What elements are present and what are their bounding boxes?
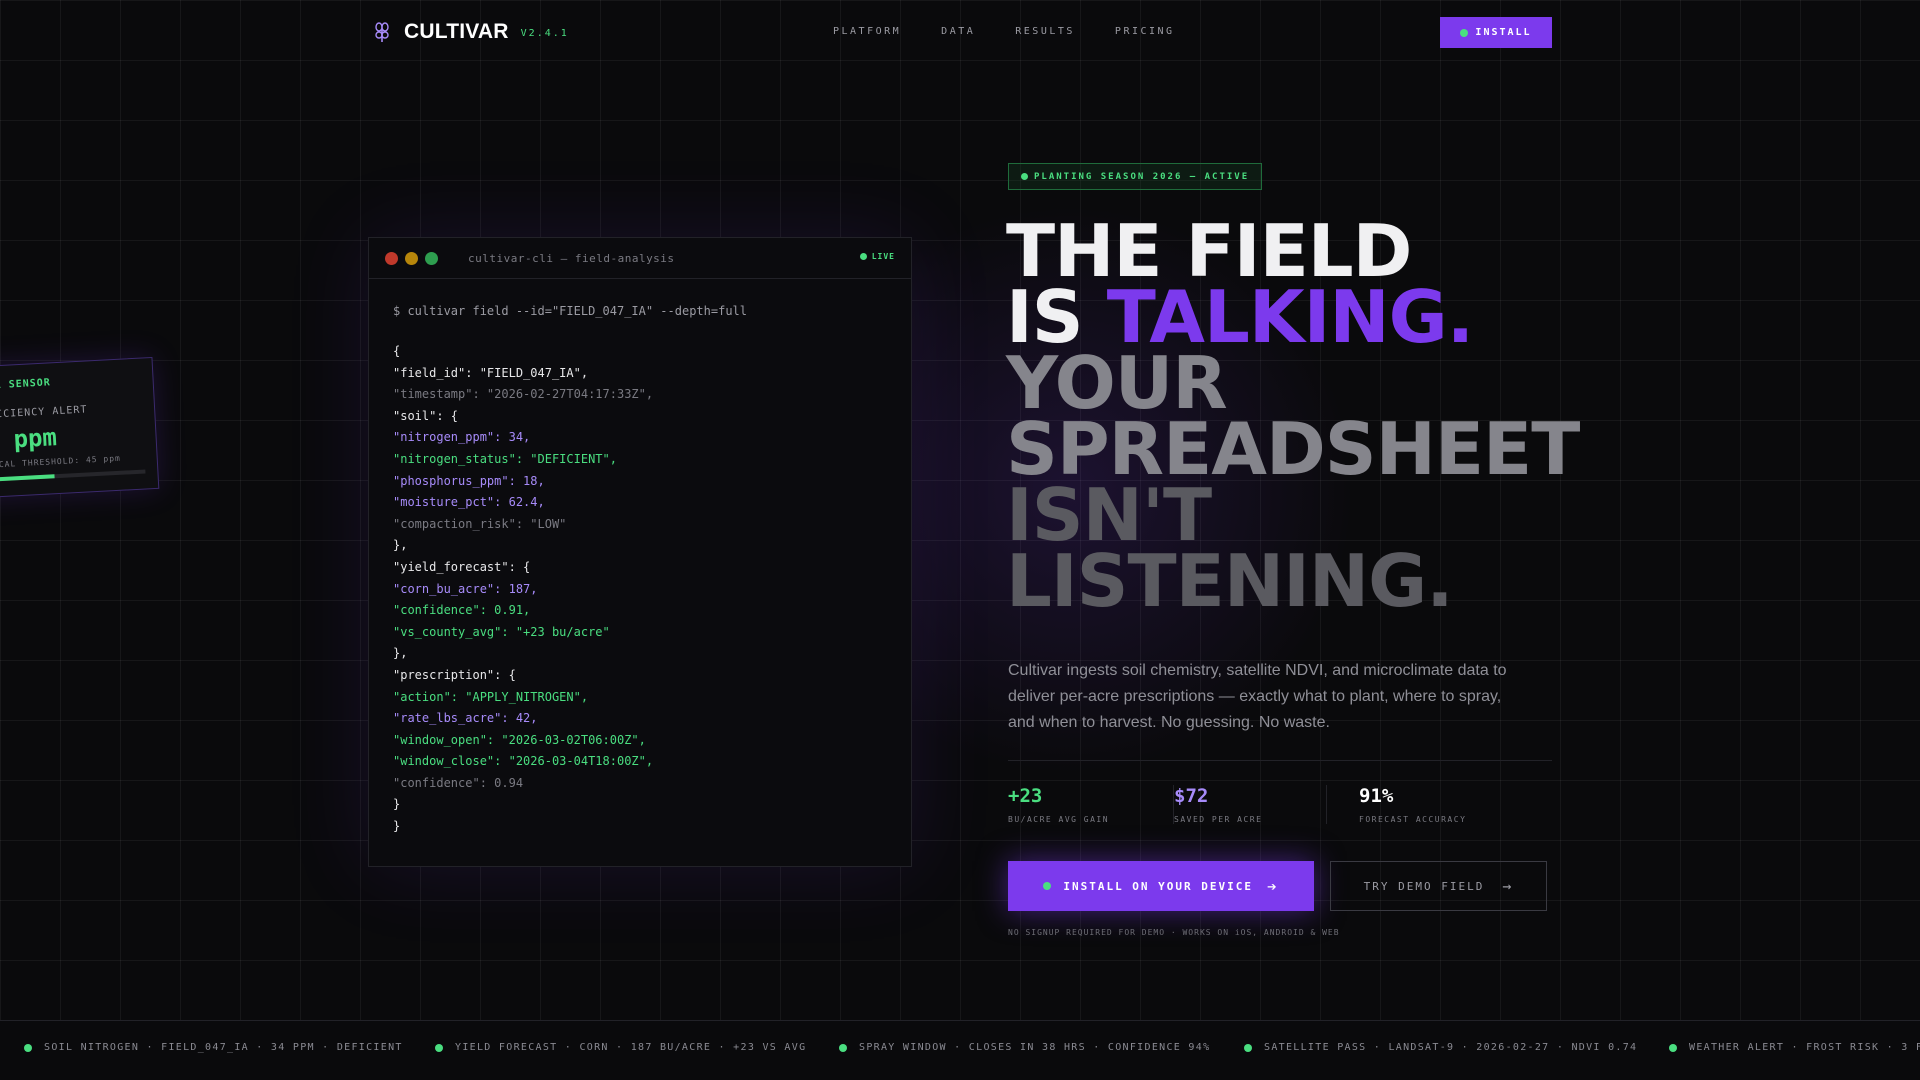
status-dot-icon [1244, 1043, 1252, 1052]
status-dot-icon [24, 1043, 32, 1052]
stat-label: SAVED PER ACRE [1174, 815, 1263, 824]
status-dot-icon [1043, 882, 1052, 890]
maximize-window-dot[interactable] [425, 251, 438, 265]
code-line: { [393, 344, 401, 358]
nav-links: PLATFORM DATA RESULTS PRICING [833, 26, 1215, 37]
ticker-item: SATELLITE PASS · LANDSAT-9 · 2026-02-27 … [1244, 1042, 1637, 1053]
code-line: "window_open": "2026-03-02T06:00Z", [393, 732, 646, 747]
code-line: "rate_lbs_acre": 42, [393, 711, 538, 726]
code-line: "yield_forecast": { [393, 559, 531, 574]
stat-value: 91% [1359, 785, 1394, 807]
minimize-window-dot[interactable] [405, 251, 418, 265]
top-nav: CULTIVAR V2.4.1 PLATFORM DATA RESULTS PR… [0, 0, 1920, 64]
status-dot-icon [859, 253, 867, 260]
status-dot-icon [1669, 1043, 1677, 1052]
nav-install-button[interactable]: INSTALL [1440, 17, 1552, 48]
nav-link-data[interactable]: DATA [941, 26, 975, 37]
code-line: } [393, 797, 401, 812]
terminal-title: cultivar-cli — field-analysis [468, 251, 675, 265]
terminal-output: { "field_id": "FIELD_047_IA", "timestamp":… [393, 341, 887, 838]
code-line: "prescription": { [393, 667, 516, 682]
ticker-item: YIELD FORECAST · CORN · 187 BU/ACRE · +2… [435, 1042, 806, 1053]
sensor-level-bar [0, 469, 146, 482]
terminal-window: cultivar-cli — field-analysis LIVE $ cul… [368, 237, 912, 867]
brand-name: CULTIVAR [404, 20, 509, 43]
ticker-text: SOIL NITROGEN · FIELD_047_IA · 34 PPM · … [44, 1042, 403, 1053]
ticker-text: SPRAY WINDOW · CLOSES IN 38 HRS · CONFID… [859, 1042, 1211, 1053]
logo[interactable]: CULTIVAR V2.4.1 [374, 20, 569, 44]
stat-value: $72 [1174, 785, 1209, 807]
live-label: LIVE [871, 252, 895, 261]
season-badge: PLANTING SEASON 2026 — ACTIVE [1008, 163, 1263, 190]
code-line: "nitrogen_status": "DEFICIENT", [393, 451, 617, 466]
try-demo-label: TRY DEMO FIELD [1363, 879, 1485, 893]
version-label: V2.4.1 [520, 28, 569, 39]
terminal-command: $ cultivar field --id="FIELD_047_IA" --d… [393, 304, 748, 318]
sensor-threshold: CAL THRESHOLD: 45 ppm [0, 453, 122, 470]
terminal-body: $ cultivar field --id="FIELD_047_IA" --d… [369, 279, 911, 838]
stat-yield-gain: +23 BU/ACRE AVG GAIN [1008, 785, 1173, 824]
sensor-level-fill [0, 474, 56, 482]
code-line: "nitrogen_ppm": 34, [393, 430, 531, 445]
divider [1008, 760, 1552, 761]
nav-link-pricing[interactable]: PRICING [1115, 26, 1175, 37]
stat-value: +23 [1008, 785, 1043, 807]
code-line: }, [393, 538, 408, 553]
nav-link-results[interactable]: RESULTS [1015, 26, 1075, 37]
code-line: "phosphorus_ppm": 18, [393, 473, 545, 488]
cta-note: NO SIGNUP REQUIRED FOR DEMO · WORKS ON i… [1008, 928, 1340, 937]
ticker-text: WEATHER ALERT · FROST RISK · 3 FI [1689, 1042, 1920, 1053]
code-line: "confidence": 0.91, [393, 603, 531, 618]
live-indicator: LIVE [859, 252, 895, 261]
stat-label: BU/ACRE AVG GAIN [1008, 815, 1110, 824]
code-line: "soil": { [393, 408, 459, 423]
code-line: "compaction_risk": "LOW" [393, 516, 567, 531]
stat-accuracy: 91% FORECAST ACCURACY [1326, 785, 1526, 824]
code-line: "confidence": 0.94 [393, 775, 524, 790]
stats-row: +23 BU/ACRE AVG GAIN $72 SAVED PER ACRE … [1008, 785, 1526, 824]
install-device-label: INSTALL ON YOUR DEVICE [1063, 879, 1254, 893]
status-dot-icon [839, 1043, 847, 1052]
status-dot-icon [435, 1043, 443, 1052]
install-device-button[interactable]: INSTALL ON YOUR DEVICE ➔ [1008, 861, 1314, 911]
sensor-card: L SENSOR ICIENCY ALERT ppm CAL THRESHOLD… [0, 356, 160, 500]
seedling-icon [375, 22, 389, 42]
terminal-header: cultivar-cli — field-analysis LIVE [369, 238, 911, 279]
ticker-item: SOIL NITROGEN · FIELD_047_IA · 34 PPM · … [24, 1042, 403, 1053]
sensor-value: ppm [12, 423, 58, 454]
sensor-title: L SENSOR [0, 377, 52, 392]
code-line: }, [393, 646, 408, 661]
ticker-item: SPRAY WINDOW · CLOSES IN 38 HRS · CONFID… [839, 1042, 1210, 1053]
stat-label: FORECAST ACCURACY [1359, 815, 1467, 824]
code-line: } [393, 819, 401, 834]
ticker-text: YIELD FORECAST · CORN · 187 BU/ACRE · +2… [455, 1042, 807, 1053]
code-line: "field_id": "FIELD_047_IA", [393, 365, 589, 380]
code-line: "window_close": "2026-03-04T18:00Z", [393, 754, 654, 769]
code-line: "vs_county_avg": "+23 bu/acre" [393, 624, 610, 639]
ticker-text: SATELLITE PASS · LANDSAT-9 · 2026-02-27 … [1264, 1042, 1638, 1053]
stat-savings: $72 SAVED PER ACRE [1173, 785, 1326, 824]
arrow-right-icon: ➔ [1267, 876, 1279, 896]
code-line: "moisture_pct": 62.4, [393, 495, 545, 510]
headline-line-6: LISTENING. [1006, 539, 1454, 623]
status-dot-icon [1021, 173, 1028, 180]
nav-link-platform[interactable]: PLATFORM [833, 26, 901, 37]
hero-headline: THE FIELD IS TALKING. YOUR SPREADSHEET I… [1006, 215, 1580, 623]
season-badge-label: PLANTING SEASON 2026 — ACTIVE [1034, 171, 1250, 182]
try-demo-button[interactable]: TRY DEMO FIELD → [1330, 861, 1547, 911]
ticker-bar: SOIL NITROGEN · FIELD_047_IA · 34 PPM · … [0, 1020, 1920, 1080]
nav-install-label: INSTALL [1475, 27, 1532, 38]
close-window-dot[interactable] [385, 251, 398, 265]
sensor-alert: ICIENCY ALERT [0, 404, 88, 421]
arrow-right-icon: → [1502, 877, 1514, 895]
code-line: "corn_bu_acre": 187, [393, 581, 538, 596]
hero-description: Cultivar ingests soil chemistry, satelli… [1008, 662, 1507, 731]
code-line: "action": "APPLY_NITROGEN", [393, 689, 589, 704]
status-dot-icon [1460, 28, 1469, 37]
code-line: "timestamp": "2026-02-27T04:17:33Z", [393, 387, 654, 402]
ticker-item: WEATHER ALERT · FROST RISK · 3 FI [1669, 1042, 1920, 1053]
